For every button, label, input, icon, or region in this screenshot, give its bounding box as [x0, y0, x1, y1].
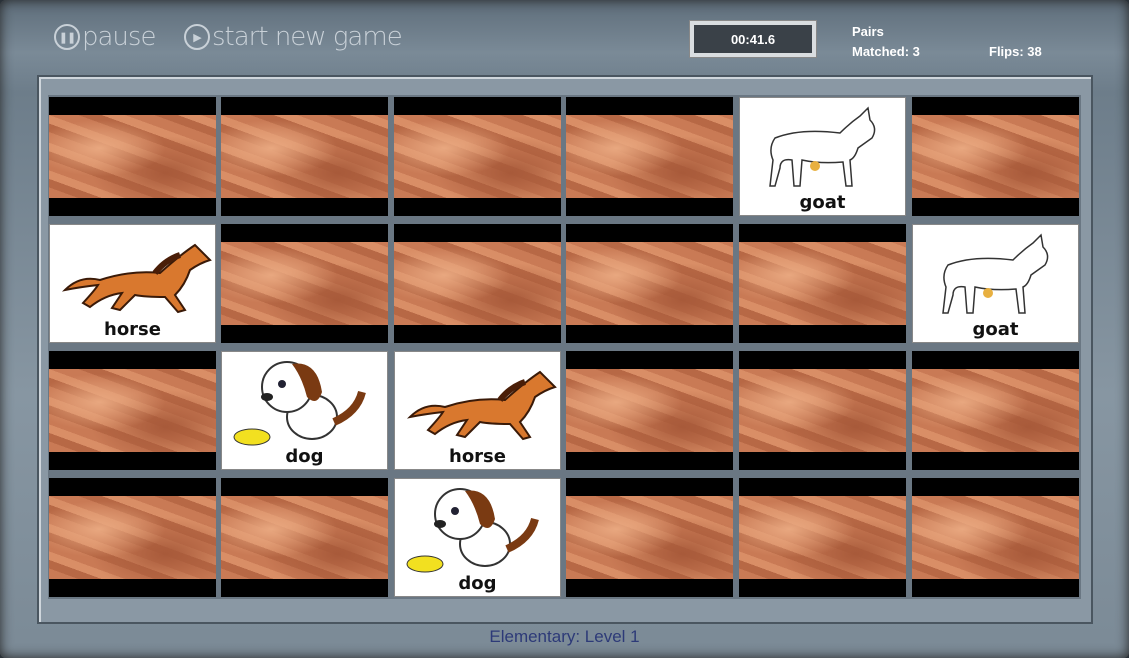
- card-back-texture: [739, 496, 906, 579]
- dog-icon: [233, 361, 366, 446]
- pause-label: pause: [82, 22, 156, 52]
- card-label: dog: [285, 446, 324, 467]
- card-dog[interactable]: dog: [221, 351, 388, 470]
- card-label: dog: [458, 573, 497, 594]
- card-back-texture: [912, 496, 1079, 579]
- card-face-down[interactable]: [739, 478, 906, 597]
- card-back-texture: [49, 369, 216, 452]
- card-face-down[interactable]: [912, 351, 1079, 470]
- card-label: horse: [104, 319, 161, 340]
- level-label: Elementary: Level 1: [489, 627, 640, 646]
- card-back-texture: [912, 115, 1079, 198]
- card-back-texture: [394, 115, 561, 198]
- card-face-down[interactable]: [49, 97, 216, 216]
- pause-button[interactable]: ❚❚ pause: [54, 22, 156, 52]
- card-back-texture: [739, 242, 906, 325]
- card-back-texture: [49, 115, 216, 198]
- card-face-down[interactable]: [221, 97, 388, 216]
- card-dog[interactable]: dog: [394, 478, 561, 597]
- card-face-down[interactable]: [912, 478, 1079, 597]
- game-board: goat horse goat dog horse dog: [48, 95, 1081, 599]
- horse-icon: [61, 243, 212, 314]
- card-back-texture: [394, 242, 561, 325]
- start-new-game-button[interactable]: ▶ start new game: [184, 22, 403, 52]
- game-window: ❚❚ pause ▶ start new game 00:41.6 Pairs Ma…: [0, 0, 1129, 658]
- card-back-texture: [49, 496, 216, 579]
- card-face-down[interactable]: [739, 224, 906, 343]
- card-face-down[interactable]: [566, 97, 733, 216]
- card-back-texture: [912, 369, 1079, 452]
- card-horse[interactable]: horse: [49, 224, 216, 343]
- card-face-down[interactable]: [394, 97, 561, 216]
- card-back-texture: [221, 242, 388, 325]
- card-back-texture: [566, 369, 733, 452]
- horse-icon: [406, 370, 557, 441]
- card-face-down[interactable]: [49, 478, 216, 597]
- play-circle-icon: ▶: [184, 24, 210, 50]
- card-face-down[interactable]: [49, 351, 216, 470]
- card-back-texture: [739, 369, 906, 452]
- card-face-down[interactable]: [394, 224, 561, 343]
- goat-icon: [942, 233, 1049, 314]
- card-back-texture: [221, 115, 388, 198]
- card-face-down[interactable]: [566, 224, 733, 343]
- card-face-down[interactable]: [739, 351, 906, 470]
- card-goat[interactable]: goat: [739, 97, 906, 216]
- card-face-down[interactable]: [221, 224, 388, 343]
- pairs-label: Pairs: [852, 24, 884, 39]
- card-label: goat: [799, 192, 846, 213]
- card-horse[interactable]: horse: [394, 351, 561, 470]
- card-label: goat: [972, 319, 1019, 340]
- card-face-down[interactable]: [221, 478, 388, 597]
- card-label: horse: [449, 446, 506, 467]
- card-back-texture: [566, 496, 733, 579]
- card-face-down[interactable]: [566, 478, 733, 597]
- goat-icon: [769, 106, 876, 187]
- timer-value: 00:41.6: [694, 25, 812, 53]
- flips-count: Flips: 38: [989, 44, 1042, 59]
- card-face-down[interactable]: [566, 351, 733, 470]
- card-goat[interactable]: goat: [912, 224, 1079, 343]
- timer: 00:41.6: [689, 20, 817, 58]
- dog-icon: [406, 488, 539, 573]
- start-new-game-label: start new game: [212, 22, 403, 52]
- card-face-down[interactable]: [912, 97, 1079, 216]
- pause-circle-icon: ❚❚: [54, 24, 80, 50]
- matched-count: Matched: 3: [852, 44, 920, 59]
- card-back-texture: [566, 115, 733, 198]
- card-back-texture: [566, 242, 733, 325]
- card-back-texture: [221, 496, 388, 579]
